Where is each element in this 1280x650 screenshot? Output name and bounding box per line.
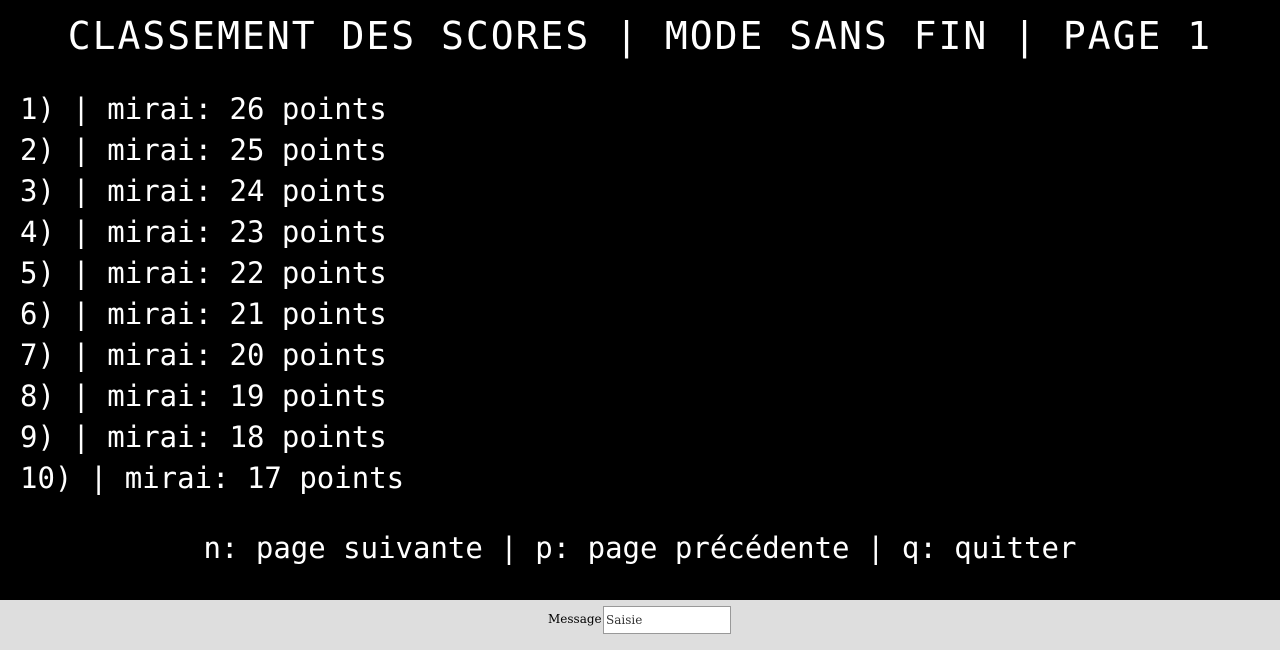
message-label: Message (548, 612, 602, 626)
score-entry: 6) | mirai: 21 points (20, 297, 387, 331)
leaderboard-title: CLASSEMENT DES SCORES | MODE SANS FIN | … (67, 14, 1213, 58)
game-screen: CLASSEMENT DES SCORES | MODE SANS FIN | … (0, 0, 1280, 600)
score-entry: 1) | mirai: 26 points (20, 92, 387, 126)
score-entry: 5) | mirai: 22 points (20, 256, 387, 290)
message-input[interactable] (603, 606, 731, 634)
score-entry: 3) | mirai: 24 points (20, 174, 387, 208)
score-entry: 7) | mirai: 20 points (20, 338, 387, 372)
score-entry: 2) | mirai: 25 points (20, 133, 387, 167)
score-entry: 9) | mirai: 18 points (20, 420, 387, 454)
score-entry: 10) | mirai: 17 points (20, 461, 405, 495)
score-entry: 4) | mirai: 23 points (20, 215, 387, 249)
score-list: 1) | mirai: 26 points 2) | mirai: 25 poi… (20, 89, 404, 499)
score-entry: 8) | mirai: 19 points (20, 379, 387, 413)
controls-help: n: page suivante | p: page précédente | … (203, 531, 1077, 565)
